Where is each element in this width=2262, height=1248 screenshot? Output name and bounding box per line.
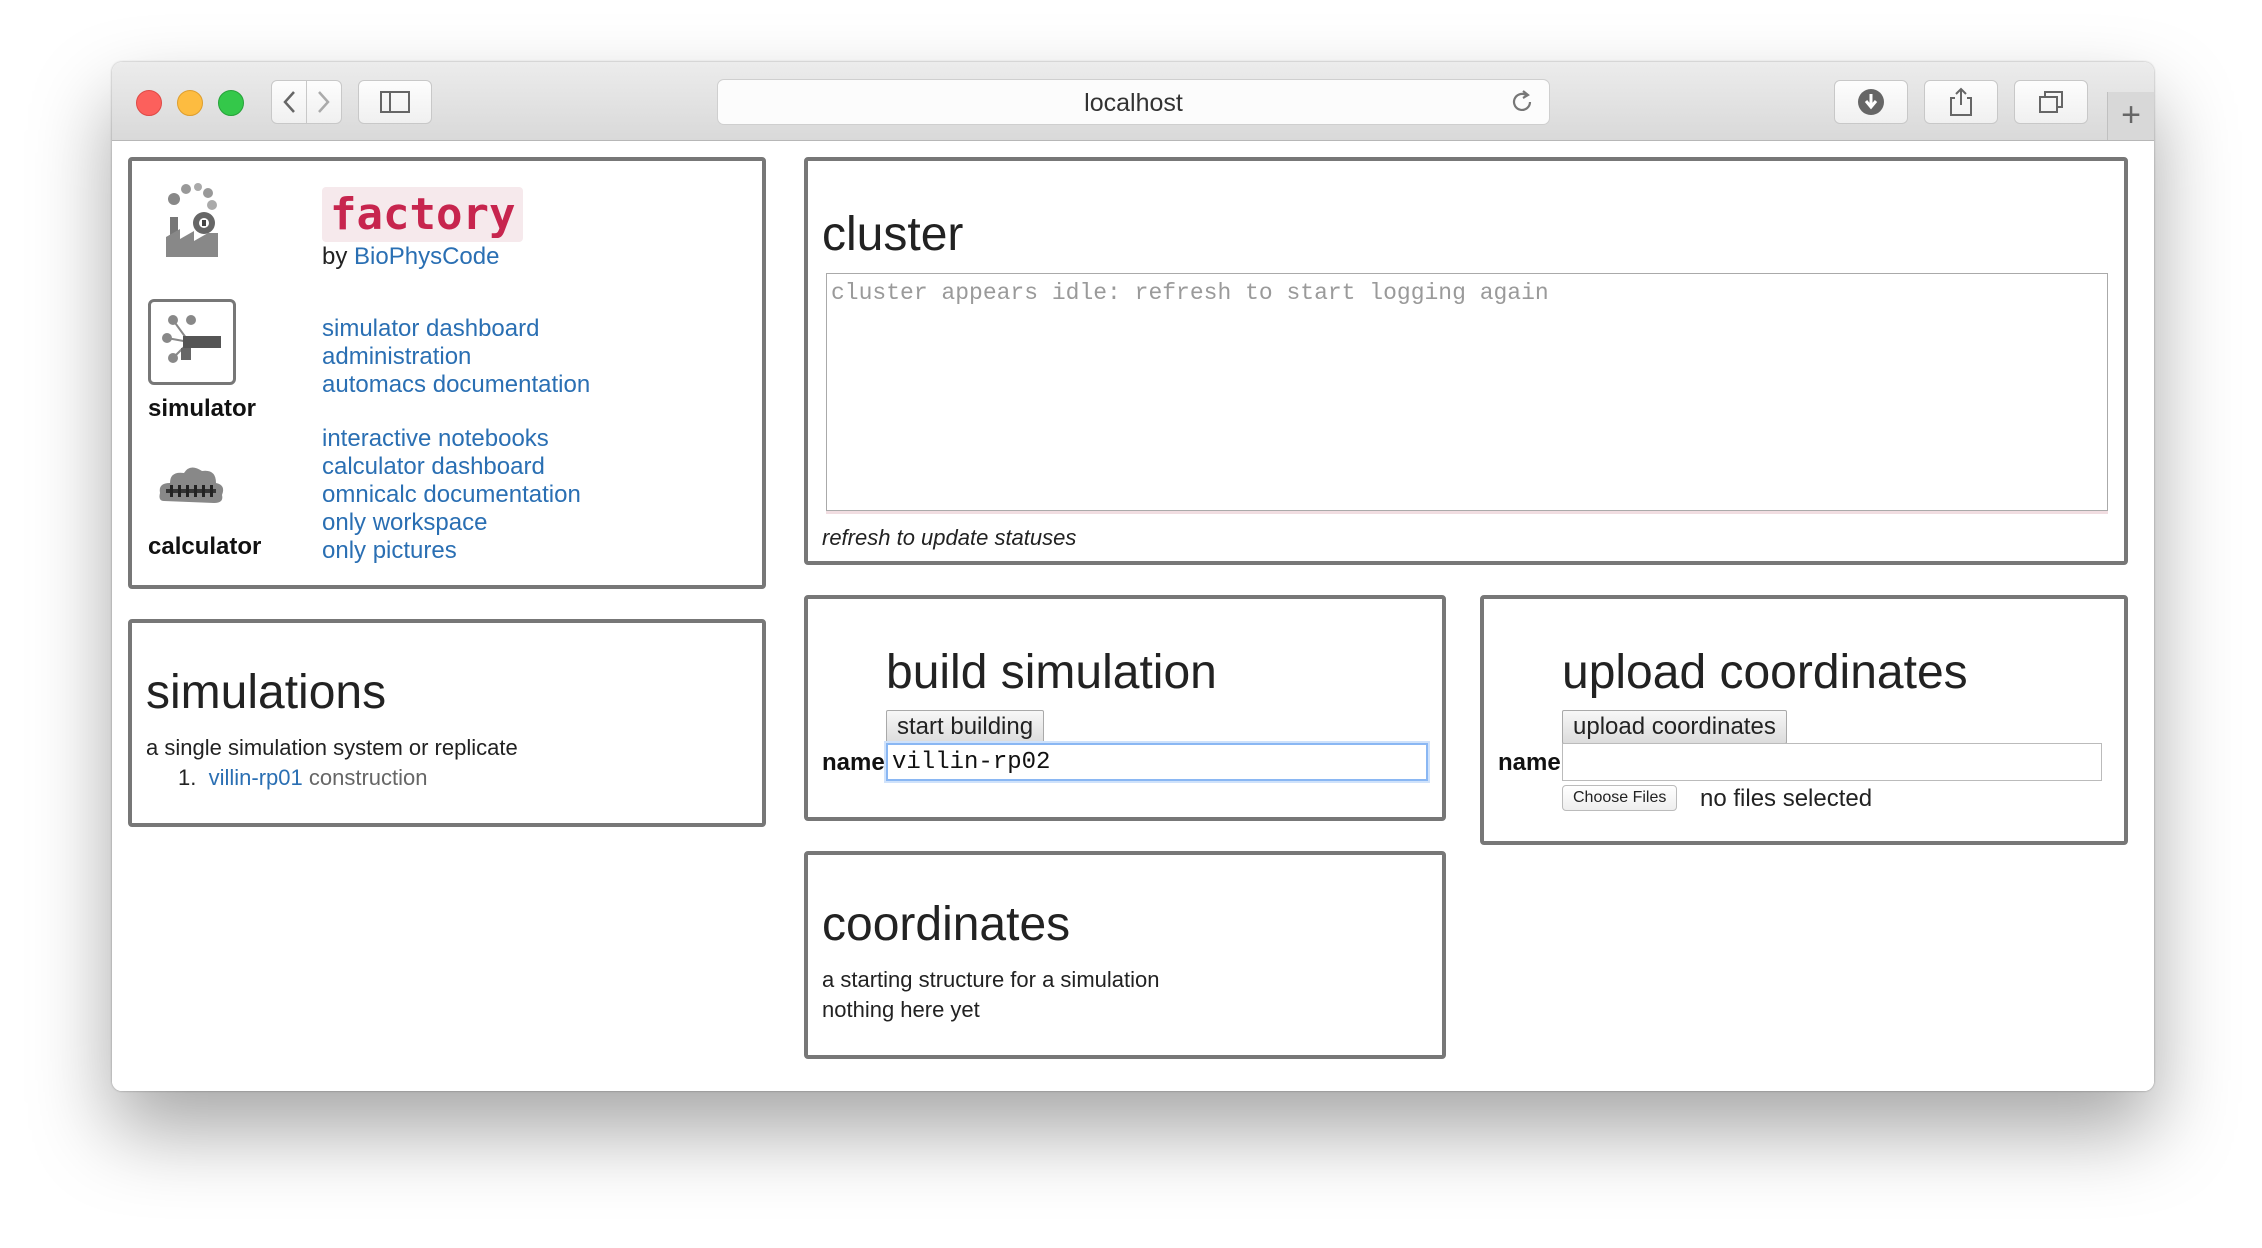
tabs-overview-button[interactable] xyxy=(2014,80,2088,124)
upload-coordinates-button[interactable]: upload coordinates xyxy=(1562,710,1787,744)
start-building-button[interactable]: start building xyxy=(886,710,1045,744)
upload-coordinates-panel: upload coordinates upload coordinates na… xyxy=(1480,595,2128,845)
upload-name-input[interactable] xyxy=(1562,743,2102,781)
upload-coordinates-title: upload coordinates xyxy=(1562,646,1968,699)
simulator-label: simulator xyxy=(148,395,257,422)
plus-icon: + xyxy=(2121,96,2141,134)
browser-toolbar: localhost + xyxy=(112,62,2154,141)
factory-panel: factory by BioPhysCode simulator simulat… xyxy=(128,157,766,589)
calculator-label: calculator xyxy=(148,533,262,560)
browser-window: localhost + factory by BioPhysCode simul… xyxy=(112,62,2154,1091)
cluster-log-textarea[interactable]: cluster appears idle: refresh to start l… xyxy=(826,273,2108,511)
biophyscode-link[interactable]: BioPhysCode xyxy=(354,243,499,270)
new-tab-button[interactable]: + xyxy=(2107,92,2154,140)
cluster-title: cluster xyxy=(822,208,964,261)
zoom-window-button[interactable] xyxy=(218,90,244,116)
page-content: factory by BioPhysCode simulator simulat… xyxy=(112,141,2154,1091)
simulation-list-item: 1. villin-rp01 construction xyxy=(178,765,428,791)
cluster-panel: cluster cluster appears idle: refresh to… xyxy=(804,157,2128,565)
build-simulation-panel: build simulation start building name vil… xyxy=(804,595,1446,821)
back-button[interactable] xyxy=(271,80,307,124)
simulation-status: construction xyxy=(308,765,428,790)
omnicalc-documentation-link[interactable]: omnicalc documentation xyxy=(322,481,581,508)
coordinates-panel: coordinates a starting structure for a s… xyxy=(804,851,1446,1059)
chevron-left-icon xyxy=(283,91,295,113)
build-simulation-title: build simulation xyxy=(886,646,1217,699)
simulator-dashboard-link[interactable]: simulator dashboard xyxy=(322,315,539,342)
simulations-panel: simulations a single simulation system o… xyxy=(128,619,766,827)
only-workspace-link[interactable]: only workspace xyxy=(322,509,487,536)
reload-icon[interactable] xyxy=(1509,89,1535,115)
administration-link[interactable]: administration xyxy=(322,343,471,370)
simulation-name-input[interactable]: villin-rp02 xyxy=(886,743,1428,781)
automacs-documentation-link[interactable]: automacs documentation xyxy=(322,371,590,398)
calculator-dashboard-link[interactable]: calculator dashboard xyxy=(322,453,545,480)
interactive-notebooks-link[interactable]: interactive notebooks xyxy=(322,425,549,452)
brand-title: factory xyxy=(322,187,524,242)
close-window-button[interactable] xyxy=(136,90,162,116)
chevron-right-icon xyxy=(318,91,330,113)
simulation-link[interactable]: villin-rp01 xyxy=(209,765,303,790)
files-status: no files selected xyxy=(1700,785,1873,812)
calculator-icon xyxy=(159,467,224,503)
coordinates-description: a starting structure for a simulation xyxy=(822,967,1160,992)
simulator-links: simulator dashboard administration autom… xyxy=(322,315,590,399)
factory-logo-icon xyxy=(166,183,218,257)
coordinates-title: coordinates xyxy=(822,898,1071,951)
minimize-window-button[interactable] xyxy=(177,90,203,116)
forward-button[interactable] xyxy=(306,80,342,124)
byline: by BioPhysCode xyxy=(322,243,499,271)
tabs-icon xyxy=(2039,91,2063,113)
share-button[interactable] xyxy=(1924,80,1998,124)
simulation-index: 1. xyxy=(178,765,197,790)
choose-files-button[interactable]: Choose Files xyxy=(1562,785,1678,811)
upload-name-label: name xyxy=(1498,749,1561,776)
sidebar-toggle-button[interactable] xyxy=(358,80,432,124)
calculator-links: interactive notebooks calculator dashboa… xyxy=(322,425,581,565)
downloads-button[interactable] xyxy=(1834,80,1908,124)
coordinates-empty-text: nothing here yet xyxy=(822,997,980,1022)
url-text: localhost xyxy=(1084,89,1183,117)
simulator-icon xyxy=(162,315,221,363)
simulator-icon-button[interactable] xyxy=(148,299,236,385)
download-icon xyxy=(1858,89,1884,115)
sidebar-icon xyxy=(380,91,410,113)
share-icon xyxy=(1950,87,1972,116)
simulations-title: simulations xyxy=(146,666,387,719)
byline-prefix: by xyxy=(322,243,348,270)
only-pictures-link[interactable]: only pictures xyxy=(322,537,457,564)
build-name-label: name xyxy=(822,749,885,776)
address-bar[interactable]: localhost xyxy=(717,79,1550,125)
cluster-status-note: refresh to update statuses xyxy=(822,525,1077,550)
simulations-description: a single simulation system or replicate xyxy=(146,735,518,760)
